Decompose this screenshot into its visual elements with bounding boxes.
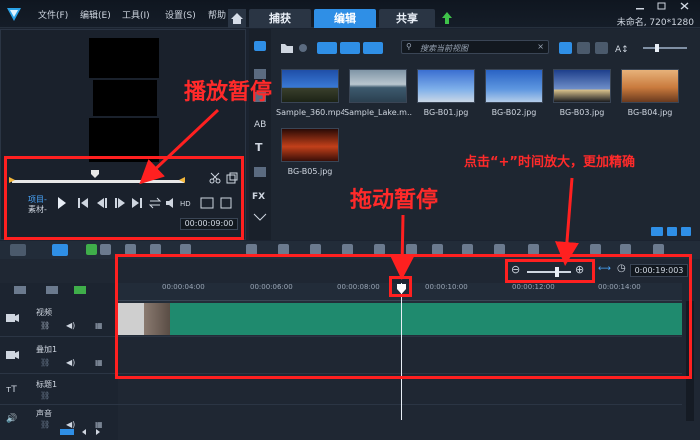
arrow-to-zoom xyxy=(554,177,579,266)
arrow-to-playback xyxy=(139,108,220,185)
arrow-to-playhead xyxy=(390,214,415,280)
annotation-arrows xyxy=(139,108,579,280)
